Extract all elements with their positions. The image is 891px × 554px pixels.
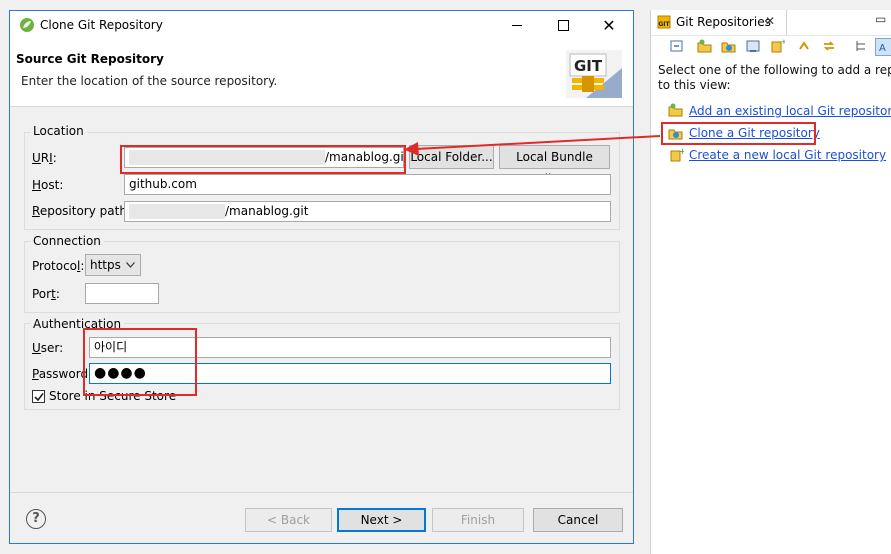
view-message-line1: Select one of the following to add a rep…	[658, 63, 891, 77]
view-tab-label: Git Repositories	[676, 15, 771, 29]
back-button[interactable]: < Back	[245, 508, 332, 532]
clone-repository-icon[interactable]	[721, 38, 737, 54]
svg-text:+: +	[679, 147, 684, 156]
view-message-line2: to this view:	[658, 78, 731, 92]
link-with-editor-icon[interactable]	[797, 38, 813, 54]
git-repositories-view: GIT Git Repositories ✕ ▭ + A Select one …	[650, 10, 891, 554]
close-icon[interactable]: ✕	[765, 14, 775, 28]
svg-text:GIT: GIT	[658, 21, 670, 28]
store-secure-checkbox[interactable]	[32, 390, 45, 403]
repository-path-label: Repository path:	[32, 204, 131, 218]
page-description: Enter the location of the source reposit…	[21, 74, 278, 88]
repository-path-input[interactable]: /manablog.git	[124, 201, 611, 222]
close-icon: ✕	[602, 16, 616, 35]
dialog-title: Clone Git Repository	[40, 18, 163, 32]
create-repo-icon: +	[670, 147, 684, 162]
view-message: Select one of the following to add a rep…	[658, 63, 891, 93]
svg-text:A: A	[879, 43, 886, 54]
spring-leaf-icon	[20, 18, 34, 32]
page-title: Source Git Repository	[16, 52, 164, 66]
add-repository-icon[interactable]	[697, 38, 713, 54]
folder-add-icon	[668, 103, 683, 117]
minimize-button[interactable]	[494, 11, 540, 40]
hierarchical-layout-icon[interactable]	[853, 38, 869, 54]
annotation-clone-highlight	[661, 122, 816, 145]
chevron-down-icon	[126, 262, 135, 268]
protocol-select[interactable]: https	[85, 254, 141, 276]
view-toolbar: + A	[651, 36, 891, 58]
redacted-block	[129, 204, 225, 219]
maximize-button[interactable]	[540, 11, 586, 40]
wizard-header: Source Git Repository Enter the location…	[10, 40, 633, 107]
connection-group-title: Connection	[30, 234, 104, 248]
tab-git-repositories[interactable]: GIT Git Repositories ✕	[651, 10, 787, 35]
uri-label: URI:	[32, 151, 57, 165]
repository-path-value: /manablog.git	[225, 204, 309, 218]
dialog-titlebar[interactable]: Clone Git Repository ✕	[10, 11, 633, 40]
minimize-view-icon[interactable]: ▭	[875, 12, 886, 26]
close-button[interactable]: ✕	[586, 11, 632, 40]
protocol-label: Protocol:	[32, 259, 85, 273]
minimize-icon	[512, 24, 522, 26]
view-menu-icon[interactable]: A	[875, 38, 891, 56]
refresh-icon[interactable]	[821, 38, 837, 54]
create-repository-icon[interactable]: +	[769, 38, 785, 54]
port-label: Port:	[32, 287, 60, 301]
clone-git-dialog: Clone Git Repository ✕ Source Git Reposi…	[9, 10, 634, 544]
svg-text:+: +	[781, 38, 785, 46]
protocol-value: https	[90, 258, 121, 272]
port-input[interactable]	[85, 283, 159, 304]
cancel-button[interactable]: Cancel	[533, 508, 623, 532]
collapse-all-icon[interactable]	[669, 38, 685, 54]
svg-text:GIT: GIT	[574, 57, 603, 75]
import-repository-icon[interactable]	[745, 38, 761, 54]
annotation-arrow	[404, 135, 661, 156]
host-input[interactable]: github.com	[124, 174, 611, 195]
create-repo-link[interactable]: Create a new local Git repository	[689, 148, 886, 162]
git-logo-icon: GIT	[566, 50, 622, 98]
checkmark-icon	[34, 393, 44, 402]
finish-button[interactable]: Finish	[432, 508, 524, 532]
location-group-title: Location	[30, 124, 87, 138]
help-icon[interactable]: ?	[26, 509, 46, 529]
annotation-uri-highlight	[120, 145, 406, 174]
add-existing-repo-link[interactable]: Add an existing local Git repository	[689, 104, 891, 118]
git-repositories-icon: GIT	[657, 15, 671, 29]
annotation-credentials-highlight	[83, 328, 197, 396]
user-label: User:	[32, 341, 64, 355]
maximize-icon	[557, 19, 569, 31]
host-label: Host:	[32, 178, 64, 192]
footer-divider	[10, 492, 633, 493]
next-button[interactable]: Next >	[337, 508, 426, 532]
